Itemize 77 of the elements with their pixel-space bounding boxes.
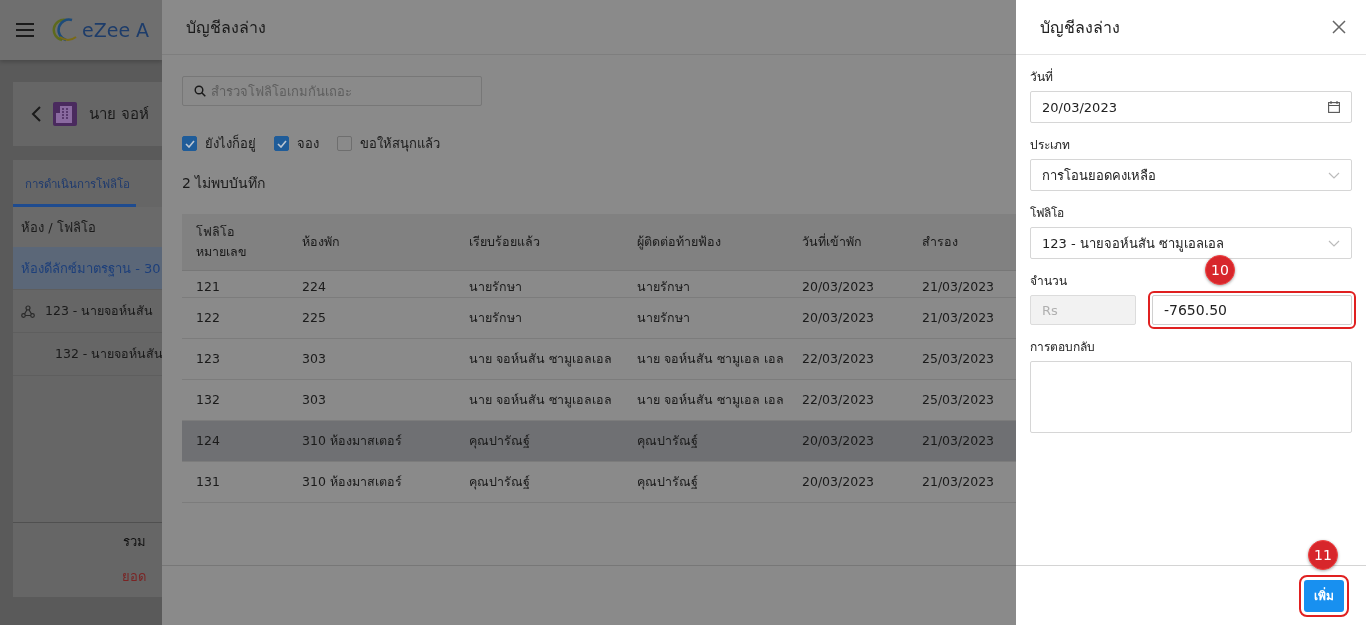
table-cell-text: 20/03/2023: [801, 473, 876, 491]
column-header: ห้องพัก: [301, 233, 341, 251]
chevron-down-icon: [1328, 239, 1340, 247]
logo-text: eZee A: [82, 19, 150, 41]
check-icon: [184, 139, 195, 148]
table-cell-text: 124: [195, 432, 221, 450]
search-icon: [194, 85, 206, 97]
step-marker: 11: [1308, 540, 1338, 570]
comment-field[interactable]: [1030, 361, 1352, 433]
table-cell-text: นาย จอห์นสัน ซามูเอลเอล: [468, 350, 613, 369]
table-cell-text: 25/03/2023: [921, 391, 996, 409]
table-cell-text: 22/03/2023: [801, 350, 876, 368]
table-cell-text: 131: [195, 473, 221, 491]
field-label: โฟลิโอ: [1030, 205, 1065, 222]
guest-title: นาย จอห์: [89, 104, 149, 125]
table-cell-text: 21/03/2023: [921, 278, 996, 296]
check-icon: [276, 139, 287, 148]
table-cell-text: คุณปารัณฐ์: [468, 432, 531, 451]
column-header: วันที่เข้าพัก: [801, 232, 863, 251]
table-cell-text: 121: [195, 278, 221, 296]
total-label: รวม: [123, 533, 146, 551]
type-dropdown[interactable]: การโอนยอดคงเหลือ: [1030, 159, 1352, 191]
table-cell-text: นายรักษา: [468, 278, 523, 296]
menu-icon[interactable]: [16, 23, 34, 37]
table-cell-text: นาย จอห์นสัน ซามูเอลเอล: [468, 391, 613, 410]
filter-checkbox[interactable]: ยังไงก็อยู่: [182, 133, 256, 154]
calendar-icon[interactable]: [1328, 101, 1340, 113]
logo-icon: [52, 17, 78, 43]
column-header: โฟลิโอ หมายเลข: [195, 223, 248, 261]
folio-dropdown[interactable]: 123 - นายจอห์นสัน ซามูเอลเอล: [1030, 227, 1352, 259]
table-cell-text: 303: [301, 391, 327, 409]
table-cell-text: 224: [301, 278, 327, 296]
column-header: สำรอง: [921, 233, 959, 251]
record-count: 2 ไม่พบบันทึก: [182, 174, 267, 193]
table-cell-text: นาย จอห์นสัน ซามูเอล เอล: [636, 350, 785, 369]
table-cell-text: นายรักษา: [636, 278, 691, 296]
table-cell-text: 123: [195, 350, 221, 368]
filter-checkbox[interactable]: จอง: [274, 133, 319, 154]
table-cell-text: 303: [301, 350, 327, 368]
hierarchy-icon: [21, 304, 35, 318]
table-cell-text: คุณปารัณฐ์: [636, 473, 699, 492]
table-cell-text: 225: [301, 309, 327, 327]
table-cell-text: 21/03/2023: [921, 309, 996, 327]
chevron-down-icon: [1328, 171, 1340, 179]
table-cell-text: 310 ห้องมาสเตอร์: [301, 473, 403, 491]
field-label: การตอบกลับ: [1030, 339, 1096, 356]
table-cell-text: นายรักษา: [468, 309, 523, 327]
column-header: เรียบร้อยแล้ว: [468, 233, 541, 251]
table-cell-text: 25/03/2023: [921, 350, 996, 368]
table-cell-text: คุณปารัณฐ์: [468, 473, 531, 492]
table-cell-text: 132: [195, 391, 221, 409]
table-cell-text: 21/03/2023: [921, 432, 996, 450]
field-label: จำนวน: [1030, 273, 1068, 290]
building-icon: [53, 102, 77, 126]
table-cell-text: 20/03/2023: [801, 309, 876, 327]
back-icon[interactable]: [31, 106, 41, 122]
table-cell-text: 310 ห้องมาสเตอร์: [301, 432, 403, 450]
table-cell-text: 122: [195, 309, 221, 327]
close-icon[interactable]: [1332, 20, 1346, 34]
table-cell-text: 20/03/2023: [801, 432, 876, 450]
table-cell-text: นาย จอห์นสัน ซามูเอล เอล: [636, 391, 785, 410]
drawer-title: บัญชีลงล่าง: [186, 16, 266, 39]
drawer-title: บัญชีลงล่าง: [1040, 16, 1120, 39]
column-header: ห้อง / โฟลิโอ: [13, 207, 162, 247]
column-header: ผู้ติดต่อท้ายฟ้อง: [636, 233, 722, 252]
table-cell-text: 20/03/2023: [801, 278, 876, 296]
table-cell-text: นายรักษา: [636, 309, 691, 327]
step-marker: 10: [1205, 255, 1235, 285]
filter-checkbox[interactable]: ขอให้สนุกแล้ว: [337, 133, 440, 154]
table-cell-text: 21/03/2023: [921, 473, 996, 491]
currency-field: Rs: [1030, 295, 1136, 325]
balance-label: ยอด: [122, 568, 146, 586]
table-cell-text: คุณปารัณฐ์: [636, 432, 699, 451]
date-field[interactable]: 20/03/2023: [1030, 91, 1352, 123]
field-label: ประเภท: [1030, 137, 1071, 154]
table-cell-text: 22/03/2023: [801, 391, 876, 409]
field-label: วันที่: [1030, 67, 1054, 86]
